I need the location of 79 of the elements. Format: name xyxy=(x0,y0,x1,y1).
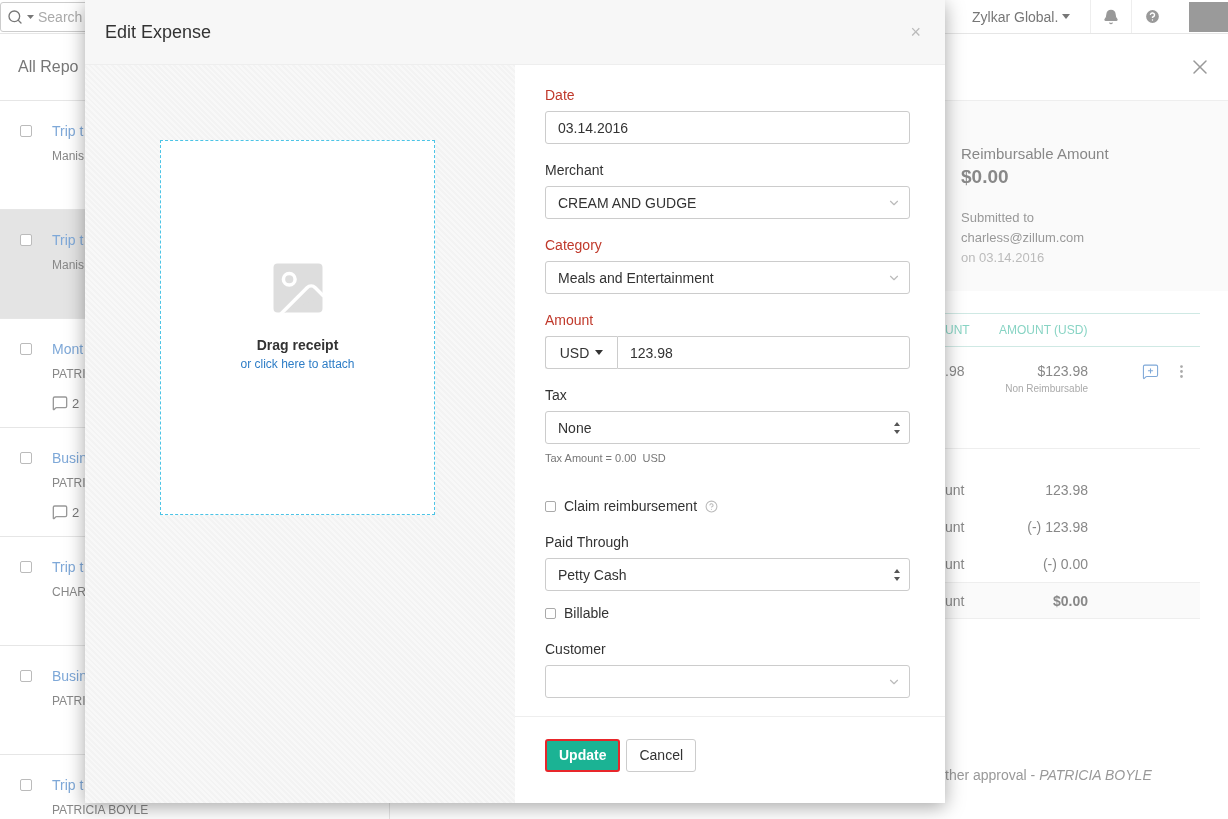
reimbursable-amount: $0.00 xyxy=(961,166,1010,188)
comment-count: 2 xyxy=(72,504,80,520)
table-cell: $123.98 xyxy=(1037,363,1088,379)
total-value: 123.98 xyxy=(1044,481,1088,498)
add-comment-icon[interactable] xyxy=(1142,363,1159,380)
caret-icon xyxy=(595,350,604,355)
amount-input[interactable]: 123.98 xyxy=(617,336,910,369)
total-label: unt xyxy=(945,555,966,572)
checkbox[interactable] xyxy=(545,500,556,512)
select-field[interactable]: Petty Cash xyxy=(545,558,910,591)
checkbox[interactable] xyxy=(20,452,32,464)
comment-icon xyxy=(52,504,68,520)
approver-email: charless@zillum.com xyxy=(961,229,1085,247)
drop-zone-title: Drag receipt xyxy=(256,337,339,353)
column-header: UNT xyxy=(945,323,971,337)
date-input[interactable]: 03.14.2016 xyxy=(545,111,910,144)
report-submitter: PATRI xyxy=(52,694,87,708)
up-down-arrows-icon xyxy=(893,420,901,435)
field-label: Merchant xyxy=(545,162,605,178)
activity-entry: ther approval - PATRICIA BOYLE xyxy=(945,767,1153,783)
report-list-item[interactable]: Trip t Manis xyxy=(0,210,88,319)
dropdown-field[interactable]: CREAM AND GUDGE xyxy=(545,186,910,219)
cancel-button[interactable]: Cancel xyxy=(626,738,697,772)
update-button[interactable]: Update xyxy=(545,738,621,772)
field-label: Customer xyxy=(545,641,607,657)
field-label: Date xyxy=(545,87,576,103)
submitted-label: Submitted to xyxy=(961,209,1035,227)
total-value: (-) 123.98 xyxy=(1026,518,1088,535)
report-submitter: PATRI xyxy=(52,367,86,381)
checkbox[interactable] xyxy=(20,670,32,682)
dropdown-field[interactable] xyxy=(545,665,910,698)
submitted-date: on 03.14.2016 xyxy=(961,249,1046,267)
comment-count: 2 xyxy=(72,395,80,411)
search-icon xyxy=(7,8,23,25)
tax-amount-hint: Tax Amount = 0.00 USD xyxy=(545,452,667,464)
report-title[interactable]: Trip t xyxy=(52,123,84,139)
field-label: Paid Through xyxy=(545,534,630,550)
checkbox[interactable] xyxy=(20,343,32,355)
total-label: unt xyxy=(945,592,966,609)
up-down-arrows-icon xyxy=(893,567,901,582)
total-value: $0.00 xyxy=(1051,592,1088,609)
select-field[interactable]: None xyxy=(545,411,910,444)
dialog-title: Edit Expense xyxy=(105,21,212,43)
report-submitter: PATRICIA BOYLE xyxy=(52,803,149,817)
currency-dropdown[interactable]: USD xyxy=(545,336,617,369)
comment-icon xyxy=(52,395,68,411)
receipt-drop-zone[interactable]: Drag receipt or click here to attach xyxy=(160,140,435,515)
field-label: Amount xyxy=(545,312,595,328)
checkbox-label: Claim reimbursement xyxy=(564,498,698,514)
report-title[interactable]: Trip t xyxy=(52,559,86,575)
avatar-placeholder[interactable] xyxy=(1189,1,1228,32)
checkbox[interactable] xyxy=(20,125,32,137)
column-header: AMOUNT (USD) xyxy=(999,323,1089,337)
total-label: unt xyxy=(945,481,966,498)
help-icon[interactable] xyxy=(705,499,719,513)
report-submitter: Manis xyxy=(52,149,84,163)
total-label: unt xyxy=(945,518,966,535)
caret-icon xyxy=(1062,14,1071,19)
checkbox[interactable] xyxy=(20,561,32,573)
total-value: (-) 0.00 xyxy=(1041,555,1088,572)
summary-label: Reimbursable Amount xyxy=(961,145,1110,162)
checkbox-label: Billable xyxy=(564,605,610,621)
attach-link[interactable]: or click here to attach xyxy=(240,357,355,371)
list-title: All Repo xyxy=(18,58,79,76)
report-title[interactable]: Mont xyxy=(52,341,86,357)
field-label: Tax xyxy=(545,387,568,403)
organization-menu[interactable]: Zylkar Global. xyxy=(972,8,1071,25)
report-submitter: CHAR xyxy=(52,585,86,599)
field-label: Category xyxy=(545,237,603,253)
checkbox[interactable] xyxy=(20,234,32,246)
reimbursable-note: Non Reimbursable xyxy=(1005,383,1088,394)
checkbox[interactable] xyxy=(20,779,32,791)
dropdown-field[interactable]: Meals and Entertainment xyxy=(545,261,910,294)
report-submitter: Manis xyxy=(52,258,84,272)
report-submitter: PATRI xyxy=(52,476,87,490)
checkbox[interactable] xyxy=(545,607,556,619)
bell-icon[interactable] xyxy=(1103,8,1120,25)
table-cell-text: .98 xyxy=(945,363,966,381)
caret-icon xyxy=(27,14,34,19)
